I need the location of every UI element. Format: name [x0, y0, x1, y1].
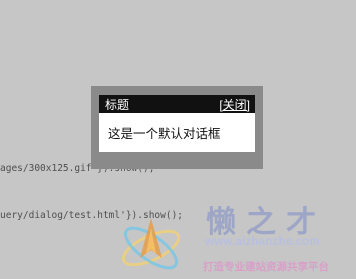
dialog-close-button[interactable]: [关闭] — [219, 96, 250, 113]
watermark-brand: 懒之才 — [206, 206, 326, 239]
watermark-slogan: 打造专业建站资源共享平台 — [203, 261, 329, 273]
dialog: 标题 [关闭] 这是一个默认对话框 — [91, 86, 263, 169]
dialog-content: 这是一个默认对话框 — [99, 113, 255, 152]
dialog-title: 标题 — [105, 97, 130, 112]
watermark-logo-icon — [121, 218, 181, 270]
dialog-header: 标题 [关闭] — [99, 95, 255, 113]
watermark-url: www.aizhanzhe.com — [205, 236, 320, 248]
dialog-message: 这是一个默认对话框 — [108, 127, 221, 141]
